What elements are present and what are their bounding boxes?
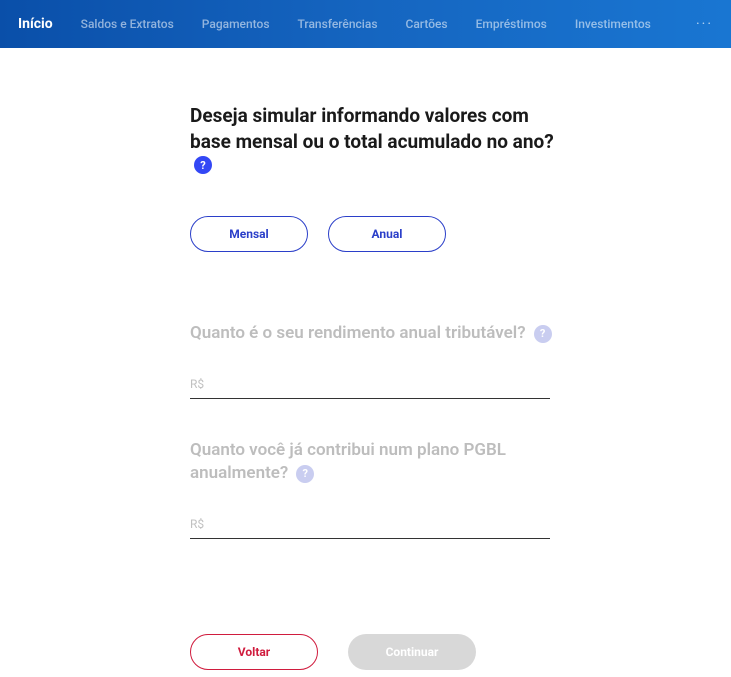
toggle-mensal[interactable]: Mensal bbox=[190, 216, 308, 252]
main-content: Deseja simular informando valores com ba… bbox=[0, 48, 560, 670]
nav-item-inicio[interactable]: Início bbox=[18, 16, 53, 32]
field-income-label: Quanto é o seu rendimento anual tributáv… bbox=[190, 323, 526, 343]
field-pgbl-input[interactable] bbox=[190, 507, 550, 539]
help-icon[interactable]: ? bbox=[194, 156, 212, 174]
question-row: Deseja simular informando valores com ba… bbox=[190, 103, 560, 174]
action-row: Voltar Continuar bbox=[190, 634, 560, 670]
nav-item-cartoes[interactable]: Cartões bbox=[406, 17, 448, 31]
question-title: Deseja simular informando valores com ba… bbox=[190, 104, 554, 153]
help-icon[interactable]: ? bbox=[534, 325, 552, 343]
field-income-input[interactable] bbox=[190, 367, 550, 399]
nav-item-transferencias[interactable]: Transferências bbox=[298, 17, 378, 31]
nav-more-icon[interactable]: ··· bbox=[696, 16, 713, 32]
nav-item-pagamentos[interactable]: Pagamentos bbox=[202, 17, 270, 31]
field-pgbl-label: Quanto você já contribui num plano PGBL … bbox=[190, 440, 506, 483]
field-income: Quanto é o seu rendimento anual tributáv… bbox=[190, 322, 560, 399]
nav-item-investimentos[interactable]: Investimentos bbox=[575, 17, 651, 31]
nav-item-emprestimos[interactable]: Empréstimos bbox=[476, 17, 547, 31]
field-pgbl: Quanto você já contribui num plano PGBL … bbox=[190, 439, 560, 539]
help-icon[interactable]: ? bbox=[296, 465, 314, 483]
back-button[interactable]: Voltar bbox=[190, 634, 318, 670]
nav-item-saldos[interactable]: Saldos e Extratos bbox=[81, 17, 174, 31]
period-toggle-group: Mensal Anual bbox=[190, 216, 560, 252]
toggle-anual[interactable]: Anual bbox=[328, 216, 446, 252]
top-nav: Início Saldos e Extratos Pagamentos Tran… bbox=[0, 0, 731, 48]
continue-button[interactable]: Continuar bbox=[348, 634, 476, 670]
